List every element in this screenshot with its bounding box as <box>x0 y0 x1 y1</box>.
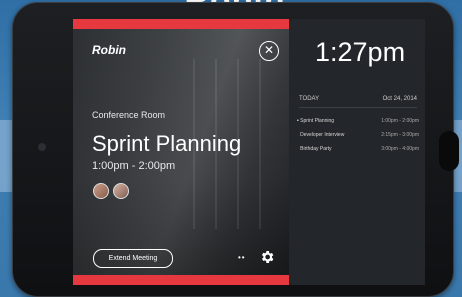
avatar[interactable] <box>113 183 129 199</box>
attendee-avatars <box>93 183 129 199</box>
camera-icon <box>38 143 46 151</box>
home-button[interactable] <box>439 131 459 171</box>
meeting-title: Sprint Planning <box>92 131 242 156</box>
gear-icon[interactable] <box>259 249 275 265</box>
event-row[interactable]: Developer Interview 2:15pm - 3:00pm <box>297 132 419 138</box>
meeting-time: 1:00pm - 2:00pm <box>92 160 176 172</box>
event-time: 3:00pm - 4:00pm <box>381 146 419 152</box>
top-accent-bar <box>73 19 289 29</box>
meeting-panel: Robin ✕ Conference Room Sprint Planning … <box>73 19 289 285</box>
date-label: Oct 24, 2014 <box>382 96 417 102</box>
date-row: TODAY Oct 24, 2014 <box>299 96 417 102</box>
more-options-dots[interactable]: •• <box>238 253 246 262</box>
event-time: 1:00pm - 2:00pm <box>381 118 419 124</box>
event-time: 2:15pm - 3:00pm <box>381 132 419 138</box>
day-label: TODAY <box>299 96 320 102</box>
event-row[interactable]: Birthday Party 3:00pm - 4:00pm <box>297 146 419 152</box>
room-label: Conference Room <box>92 110 166 120</box>
event-name: Developer Interview <box>297 132 344 138</box>
extend-meeting-button[interactable]: Extend Meeting <box>93 249 173 268</box>
app-logo: Robin <box>92 43 126 57</box>
event-name: Sprint Planning <box>297 118 334 124</box>
tablet-frame: Robin ✕ Conference Room Sprint Planning … <box>12 2 459 297</box>
schedule-panel: 1:27pm TODAY Oct 24, 2014 Sprint Plannin… <box>289 19 425 285</box>
event-name: Birthday Party <box>297 146 331 152</box>
bottom-accent-bar <box>73 275 289 285</box>
divider <box>299 107 417 108</box>
clock: 1:27pm <box>315 37 406 67</box>
avatar[interactable] <box>93 183 109 199</box>
close-icon[interactable]: ✕ <box>259 41 279 61</box>
event-row[interactable]: Sprint Planning 1:00pm - 2:00pm <box>297 118 419 124</box>
tablet-screen: Robin ✕ Conference Room Sprint Planning … <box>73 19 425 285</box>
